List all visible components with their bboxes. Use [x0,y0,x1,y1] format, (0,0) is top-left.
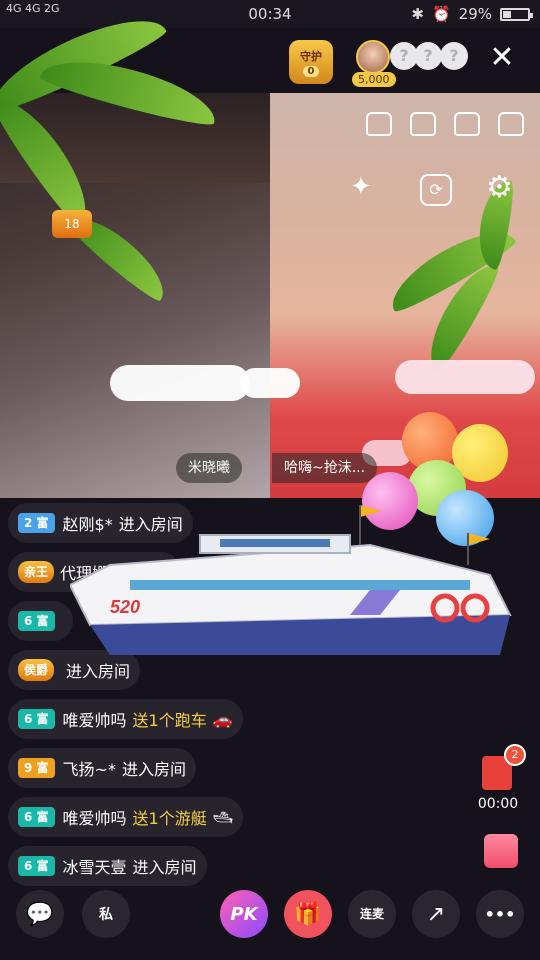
chat-bubble-icon: 💬 [26,901,54,927]
gift-item-icon: 🛥 [212,807,234,827]
wealth-rank-badge: 6 富 [18,611,55,631]
wealth-rank-badge: 9 富 [18,758,55,778]
pk-button[interactable]: PK [220,890,268,938]
more-label: ••• [484,904,516,924]
red-packet-icon[interactable]: 2 [482,744,526,790]
gift-item-icon: 🚗 [212,709,233,729]
mic-seat-icon[interactable] [366,112,392,136]
cloud-decoration [240,368,300,398]
noble-title-badge: 亲王 [18,561,55,583]
gift-button[interactable]: 🎁 [284,890,332,938]
battery-level [503,10,511,18]
camera-switch-icon[interactable]: ⟳ [420,174,452,206]
guard-count: 0 [302,65,320,77]
close-icon[interactable]: ✕ [488,43,516,73]
comment-button[interactable]: 💬 [16,890,64,938]
wealth-rank-badge: 6 富 [18,856,55,876]
right-streamer-name[interactable]: 哈嗨~抢沫... [272,453,378,483]
mic-seat-icon[interactable] [410,112,436,136]
viewer-coins: 5,000 [352,72,396,87]
left-streamer-name[interactable]: 米晓曦 [176,453,242,483]
more-button[interactable]: ••• [476,890,524,938]
wealth-rank-badge: 6 富 [18,709,55,729]
lianmai-label: 连麦 [359,906,384,921]
battery-icon [500,7,533,21]
top-viewer-avatar[interactable] [356,40,390,74]
chat-username[interactable]: 飞扬~* [63,756,116,780]
chat-message[interactable]: 6 富唯爱帅吗 送1个跑车 🚗 [8,699,243,739]
chat-action: 进入房间 [132,858,197,877]
chat-message[interactable]: 9 富飞扬~* 进入房间 [8,748,196,788]
yacht-number: 520 [110,597,140,617]
empty-seat-icon[interactable]: ? [440,42,468,70]
cloud-decoration [110,365,250,401]
settings-gear-icon[interactable]: ⚙ [486,170,513,205]
beauty-wand-icon[interactable]: ✦ [350,172,372,202]
gift-icon: 🎁 [294,901,322,927]
chat-message[interactable]: 6 富 [8,601,73,641]
mic-seat-icon[interactable] [498,112,524,136]
empty-seat-icon[interactable]: ? [414,42,442,70]
level-badge: 18 [52,210,92,238]
chat-message[interactable]: 6 富冰雪天壹 进入房间 [8,846,207,886]
bluetooth-icon: ✱ [411,5,424,23]
wealth-rank-badge: 2 富 [18,513,55,533]
chat-username[interactable]: 冰雪天壹 [63,854,127,878]
guard-label: 守护 [300,49,322,63]
wealth-rank-badge: 6 富 [18,807,55,827]
chat-gift-text: 送1个跑车 [132,711,207,730]
yacht-gift-animation: 520 [70,505,512,655]
chat-username[interactable]: 唯爱帅吗 [63,805,127,829]
alarm-icon: ⏰ [431,5,451,23]
chat-action: 进入房间 [121,760,186,779]
chat-username[interactable]: 唯爱帅吗 [63,707,127,731]
red-packet-badge: 2 [504,744,526,766]
private-label: 私 [99,907,113,923]
guard-button[interactable]: 守护 0 [289,40,333,84]
battery-percent: 29% [458,5,492,23]
noble-title-badge: 侯爵 [18,659,55,681]
share-icon: ↗ [426,901,446,927]
chat-gift-text: 送1个游艇 [132,809,207,828]
lianmai-button[interactable]: 连麦 [348,890,396,938]
private-message-button[interactable]: 私 [82,890,130,938]
red-packet-timer: 00:00 [477,796,519,812]
pk-label: PK [230,903,258,925]
mic-seat-icon[interactable] [454,112,480,136]
chat-message[interactable]: 6 富唯爱帅吗 送1个游艇 🛥 [8,797,244,837]
status-bar: 4G 4G 2G 00:34 ✱ ⏰ 29% [0,0,540,28]
shopping-bag-icon[interactable] [484,834,518,868]
cloud-decoration [395,360,535,394]
share-button[interactable]: ↗ [412,890,460,938]
